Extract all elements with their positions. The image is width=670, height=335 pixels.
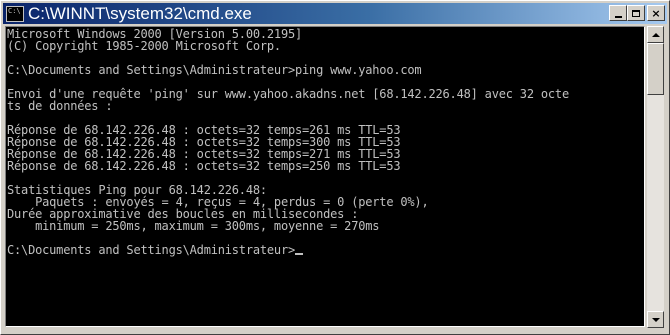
vertical-scrollbar[interactable] — [647, 26, 664, 328]
console-lines: Microsoft Windows 2000 [Version 5.00.219… — [7, 28, 569, 256]
scrollbar-thumb[interactable] — [647, 43, 664, 95]
cmd-window: C:\ C:\WINNT\system32\cmd.exe × Microsof… — [0, 0, 670, 335]
console-line: ts de données : — [7, 99, 113, 113]
console-line: C:\Documents and Settings\Administrateur… — [7, 244, 569, 256]
minimize-button[interactable] — [609, 5, 627, 21]
scroll-up-button[interactable] — [647, 26, 664, 43]
cmd-app-icon-text: C:\ — [8, 6, 21, 15]
scroll-down-button[interactable] — [647, 311, 664, 328]
title-bar[interactable]: C:\ C:\WINNT\system32\cmd.exe × — [3, 3, 667, 24]
minimize-icon — [614, 15, 622, 18]
console-output[interactable]: Microsoft Windows 2000 [Version 5.00.219… — [5, 26, 645, 327]
console-line: Réponse de 68.142.226.48 : octets=32 tem… — [7, 159, 401, 173]
maximize-button[interactable] — [627, 5, 645, 21]
window-controls: × — [609, 5, 665, 21]
cmd-app-icon[interactable]: C:\ — [6, 5, 24, 22]
console-line: (C) Copyright 1985-2000 Microsoft Corp. — [7, 39, 281, 53]
console-line: C:\Documents and Settings\Administrateur… — [7, 63, 422, 77]
text-cursor — [295, 253, 304, 255]
arrow-down-icon — [651, 317, 660, 322]
close-button[interactable]: × — [647, 5, 665, 21]
window-title: C:\WINNT\system32\cmd.exe — [28, 3, 252, 23]
arrow-up-icon — [651, 32, 660, 37]
maximize-icon — [632, 9, 640, 17]
console-line: minimum = 250ms, maximum = 300ms, moyenn… — [7, 219, 380, 233]
close-icon: × — [651, 6, 661, 20]
